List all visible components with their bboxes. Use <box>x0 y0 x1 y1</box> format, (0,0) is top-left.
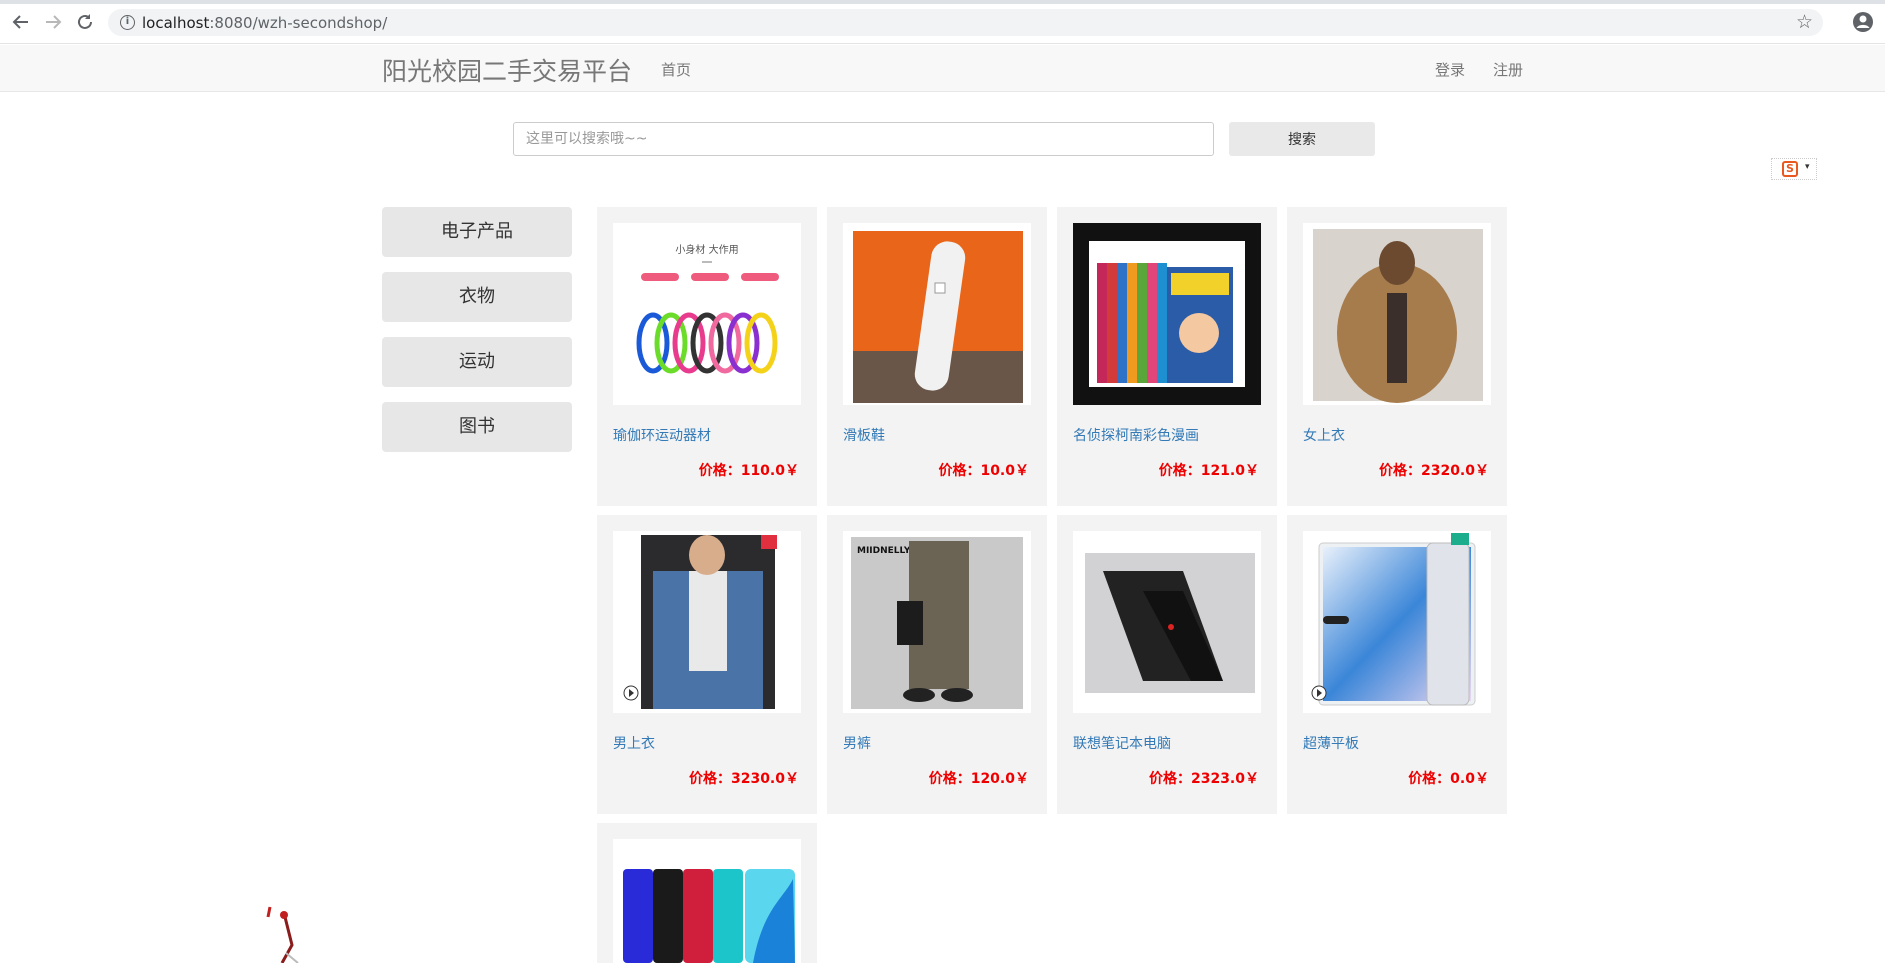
decorative-figure-icon <box>262 905 312 967</box>
product-price: 价格：3230.0￥ <box>688 771 799 787</box>
product-image[interactable] <box>613 839 801 963</box>
site-brand[interactable]: 阳光校园二手交易平台 <box>382 52 632 88</box>
nav-login-link[interactable]: 登录 <box>1435 59 1465 80</box>
product-card[interactable]: MIIDNELLY 男裤 价格：120.0￥ <box>827 515 1047 814</box>
info-icon[interactable]: i <box>120 15 135 30</box>
product-card[interactable]: 滑板鞋 价格：10.0￥ <box>827 207 1047 506</box>
product-name[interactable]: 超薄平板 <box>1303 733 1359 753</box>
category-electronics[interactable]: 电子产品 <box>382 207 572 257</box>
browser-toolbar: i localhost:8080/wzh-secondshop/ ☆ <box>0 0 1885 44</box>
product-image[interactable] <box>1303 531 1491 713</box>
product-image[interactable] <box>1073 223 1261 405</box>
product-image[interactable] <box>1073 531 1261 713</box>
thumb-caption: 小身材 大作用 <box>675 243 738 256</box>
nav-home-link[interactable]: 首页 <box>661 59 691 80</box>
search-button[interactable]: 搜索 <box>1229 122 1375 156</box>
category-clothing[interactable]: 衣物 <box>382 272 572 322</box>
url-host: localhost <box>142 14 210 32</box>
product-card[interactable]: 超薄平板 价格：0.0￥ <box>1287 515 1507 814</box>
product-price: 价格：0.0￥ <box>1408 771 1489 787</box>
category-books[interactable]: 图书 <box>382 402 572 452</box>
product-image[interactable] <box>1303 223 1491 405</box>
product-card[interactable]: 女上衣 价格：2320.0￥ <box>1287 207 1507 506</box>
product-price: 价格：121.0￥ <box>1158 463 1259 479</box>
product-price: 价格：2320.0￥ <box>1378 463 1489 479</box>
product-image[interactable]: MIIDNELLY <box>843 531 1031 713</box>
search-input[interactable] <box>513 122 1214 156</box>
product-name[interactable]: 名侦探柯南彩色漫画 <box>1073 425 1199 445</box>
product-name[interactable]: 男上衣 <box>613 733 655 753</box>
product-image[interactable] <box>843 223 1031 405</box>
address-bar[interactable]: i localhost:8080/wzh-secondshop/ ☆ <box>108 9 1823 36</box>
product-price: 价格：120.0￥ <box>928 771 1029 787</box>
sogou-ime-icon[interactable]: S ▾ <box>1771 158 1817 180</box>
tab-strip <box>0 0 1885 4</box>
nav-register-link[interactable]: 注册 <box>1493 59 1523 80</box>
profile-icon[interactable] <box>1852 11 1874 33</box>
reload-icon[interactable] <box>74 11 96 33</box>
url-path: :8080/wzh-secondshop/ <box>209 14 388 32</box>
site-navbar: 阳光校园二手交易平台 首页 登录 注册 <box>0 45 1885 92</box>
url-text: localhost:8080/wzh-secondshop/ <box>142 14 387 32</box>
product-card[interactable]: 男上衣 价格：3230.0￥ <box>597 515 817 814</box>
product-image[interactable] <box>613 531 801 713</box>
back-icon[interactable] <box>10 11 32 33</box>
product-image[interactable]: 小身材 大作用 <box>613 223 801 405</box>
product-name[interactable]: 瑜伽环运动器材 <box>613 425 711 445</box>
bookmark-star-icon[interactable]: ☆ <box>1796 11 1813 33</box>
sogou-logo-icon: S <box>1782 161 1798 177</box>
product-card[interactable]: 小身材 大作用 瑜伽环运动器材 价格：110.0￥ <box>597 207 817 506</box>
product-card[interactable]: 名侦探柯南彩色漫画 价格：121.0￥ <box>1057 207 1277 506</box>
product-card[interactable] <box>597 823 817 963</box>
product-card[interactable]: 联想笔记本电脑 价格：2323.0￥ <box>1057 515 1277 814</box>
thumb-caption: MIIDNELLY <box>857 546 911 556</box>
product-price: 价格：2323.0￥ <box>1148 771 1259 787</box>
product-price: 价格：110.0￥ <box>698 463 799 479</box>
forward-icon[interactable] <box>42 11 64 33</box>
category-sports[interactable]: 运动 <box>382 337 572 387</box>
product-name[interactable]: 女上衣 <box>1303 425 1345 445</box>
product-name[interactable]: 男裤 <box>843 733 871 753</box>
product-price: 价格：10.0￥ <box>938 463 1029 479</box>
product-name[interactable]: 联想笔记本电脑 <box>1073 733 1171 753</box>
product-name[interactable]: 滑板鞋 <box>843 425 885 445</box>
chevron-down-icon: ▾ <box>1805 162 1810 172</box>
